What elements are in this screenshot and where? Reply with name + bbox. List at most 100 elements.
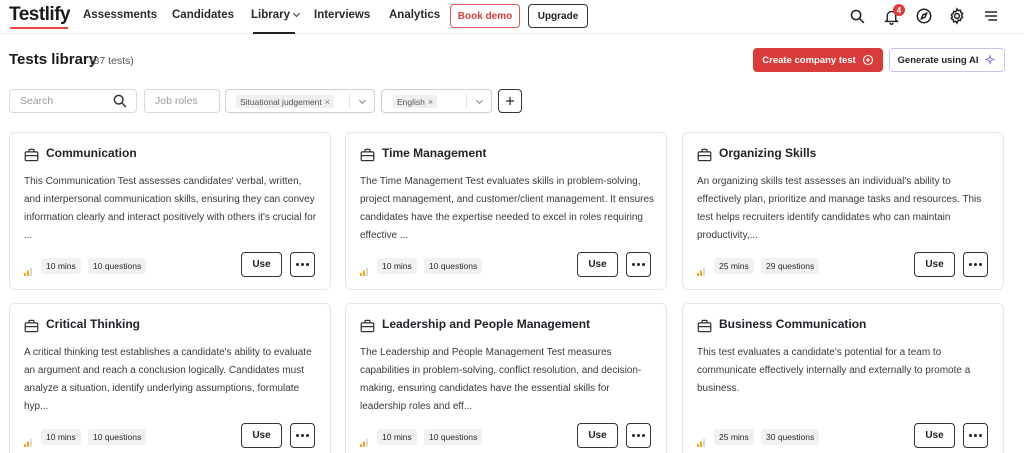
compass-icon[interactable] [913,5,935,27]
duration-pill: 10 mins [41,429,81,445]
notification-badge: 4 [893,4,905,16]
add-filter-button[interactable] [498,89,522,113]
nav-library[interactable]: Library [251,9,301,21]
dot [296,263,299,266]
filter-chip-language-label: English [397,96,425,107]
card-description: The Time Management Test evaluates skill… [360,176,655,241]
difficulty-bars-icon [360,434,368,452]
dot [974,263,977,266]
search-icon[interactable] [846,5,868,27]
filter-chip-type: Situational judgement × [236,95,335,108]
briefcase-icon [697,319,712,338]
card-title[interactable]: Leadership and People Management [382,317,590,331]
duration-pill: 10 mins [377,429,417,445]
questions-pill: 29 questions [761,258,820,274]
briefcase-icon [24,319,39,338]
test-card[interactable]: Time Management The Time Management Test … [345,132,667,290]
card-title[interactable]: Communication [46,146,137,160]
test-card[interactable]: Critical Thinking A critical thinking tes… [9,303,331,453]
card-title[interactable]: Time Management [382,146,486,160]
dot [306,263,309,266]
briefcase-icon [360,319,375,338]
dot [296,434,299,437]
use-button[interactable]: Use [577,423,618,448]
dot [974,434,977,437]
sparkle-icon [985,54,996,65]
card-description: The Leadership and People Management Tes… [360,347,642,412]
duration-pill: 10 mins [41,258,81,274]
book-demo-button[interactable]: Book demo [450,4,520,28]
select-divider [466,94,467,109]
card-title[interactable]: Organizing Skills [719,146,816,160]
upgrade-button[interactable]: Upgrade [528,4,588,28]
language-select[interactable]: English × [381,89,492,113]
dot [642,263,645,266]
briefcase-icon [697,148,712,167]
difficulty-bars-icon [697,434,705,452]
use-button[interactable]: Use [241,252,282,277]
use-button[interactable]: Use [241,423,282,448]
questions-pill: 10 questions [88,429,147,445]
search-icon[interactable] [112,93,128,114]
use-button[interactable]: Use [914,252,955,277]
active-tab-indicator [253,32,295,34]
dot [306,434,309,437]
page-title: Tests library [9,51,98,68]
use-button[interactable]: Use [577,252,618,277]
filter-chip-type-label: Situational judgement [240,96,322,107]
dot [301,434,304,437]
dot [642,434,645,437]
nav-assessments[interactable]: Assessments [83,9,157,21]
plus-icon [506,97,514,105]
briefcase-icon [360,148,375,167]
card-title[interactable]: Business Communication [719,317,866,331]
close-icon[interactable]: × [325,97,330,107]
chevron-down-icon [475,96,484,105]
menu-icon[interactable] [980,5,1002,27]
difficulty-bars-icon [24,263,32,281]
create-company-test-button[interactable]: Create company test [753,48,883,72]
card-title[interactable]: Critical Thinking [46,317,140,331]
brand-logo[interactable]: Testlify [9,4,71,26]
chevron-down-icon [358,96,367,105]
duration-pill: 25 mins [714,258,754,274]
briefcase-icon [24,148,39,167]
generate-using-ai-button[interactable]: Generate using AI [889,48,1005,72]
test-card[interactable]: Leadership and People Management The Lead… [345,303,667,453]
questions-pill: 10 questions [424,429,483,445]
test-type-select[interactable]: Situational judgement × [225,89,375,113]
card-description: An organizing skills test assesses an in… [697,176,982,241]
search-input[interactable] [20,95,110,107]
filter-chip-language: English × [393,95,438,108]
difficulty-bars-icon [24,434,32,452]
job-roles-field [144,89,245,113]
more-options-button[interactable] [290,252,315,277]
gear-icon[interactable] [946,5,968,27]
duration-pill: 10 mins [377,258,417,274]
close-icon[interactable]: × [428,97,433,107]
card-description: A critical thinking test establishes a c… [24,347,312,412]
dot [637,434,640,437]
questions-pill: 10 questions [424,258,483,274]
use-button[interactable]: Use [914,423,955,448]
test-card[interactable]: Organizing Skills An organizing skills te… [682,132,1004,290]
questions-pill: 10 questions [88,258,147,274]
generate-using-ai-label: Generate using AI [897,54,979,66]
more-options-button[interactable] [963,423,988,448]
questions-pill: 30 questions [761,429,820,445]
chevron-down-icon [292,9,301,18]
more-options-button[interactable] [290,423,315,448]
test-card[interactable]: Business Communication This test evaluate… [682,303,1004,453]
more-options-button[interactable] [626,252,651,277]
nav-candidates[interactable]: Candidates [172,9,234,21]
test-card[interactable]: Communication This Communication Test ass… [9,132,331,290]
dot [969,434,972,437]
more-options-button[interactable] [626,423,651,448]
nav-analytics[interactable]: Analytics [389,9,440,21]
card-description: This test evaluates a candidate's potent… [697,347,971,394]
more-options-button[interactable] [963,252,988,277]
duration-pill: 25 mins [714,429,754,445]
dot [632,263,635,266]
nav-interviews[interactable]: Interviews [314,9,370,21]
card-description: This Communication Test assesses candida… [24,176,317,241]
